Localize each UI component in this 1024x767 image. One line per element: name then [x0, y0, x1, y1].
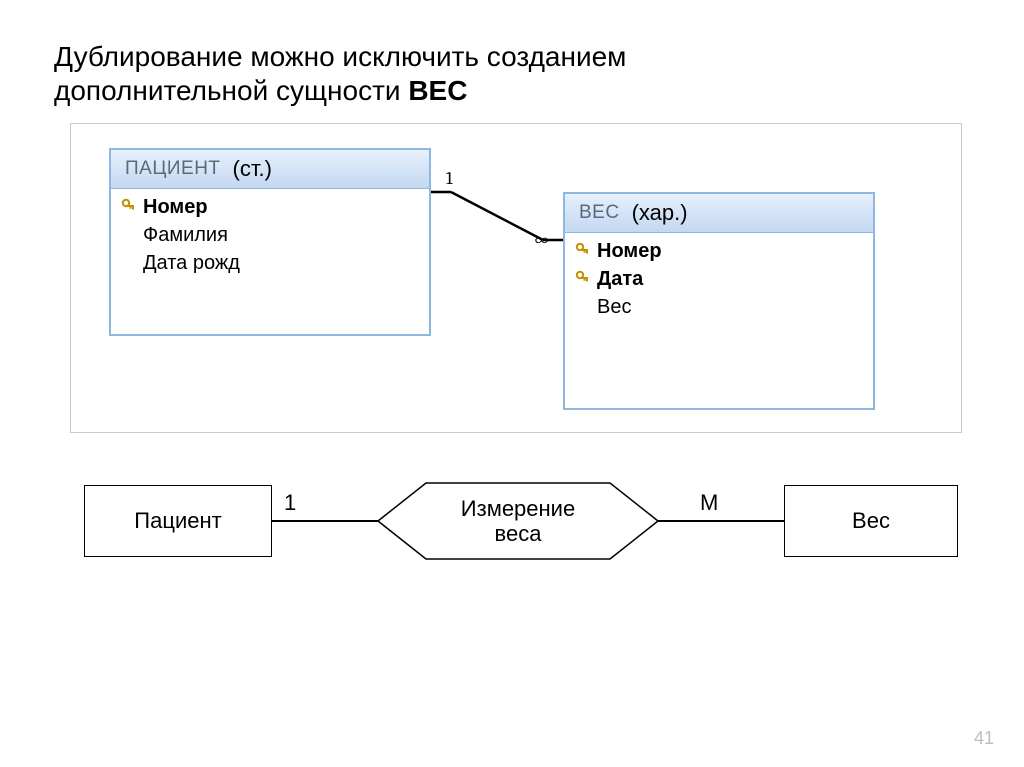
entity-body-patient: Номер Фамилия Дата рожд	[111, 189, 429, 285]
er-entity-weight-label: Вес	[852, 508, 890, 534]
key-icon	[575, 241, 591, 257]
cardinality-one: 1	[446, 168, 453, 189]
er-entity-weight: Вес	[784, 485, 958, 557]
slide-title: Дублирование можно исключить созданием д…	[54, 40, 954, 107]
title-line2-prefix: дополнительной сущности	[54, 75, 408, 106]
entity-annotation-patient: (ст.)	[233, 156, 272, 182]
title-line1: Дублирование можно исключить созданием	[54, 41, 626, 72]
entity-body-weight: Номер Дата Вес	[565, 233, 873, 329]
field-patient-2: Дата рожд	[111, 249, 429, 277]
field-label: Дата	[597, 268, 643, 291]
entity-name-patient: ПАЦИЕНТ	[125, 158, 221, 180]
entity-name-weight: BEC	[579, 202, 620, 224]
field-weight-0: Номер	[565, 237, 873, 265]
key-icon	[121, 197, 137, 213]
er-cardinality-right: М	[700, 490, 718, 516]
field-label: Вес	[597, 296, 631, 319]
entity-table-weight: BEC (хар.) Номер Дата Вес	[563, 192, 875, 410]
field-label: Дата рожд	[143, 252, 240, 275]
cardinality-many: ∞	[533, 228, 550, 251]
entity-annotation-weight: (хар.)	[632, 200, 688, 226]
field-patient-1: Фамилия	[111, 221, 429, 249]
key-icon	[575, 269, 591, 285]
db-diagram-panel: ПАЦИЕНТ (ст.) Номер Фамилия Дата рожд BE…	[70, 123, 962, 433]
field-label: Фамилия	[143, 224, 228, 247]
er-connector-left	[272, 520, 378, 522]
entity-header-weight: BEC (хар.)	[565, 194, 873, 233]
er-relationship-label: Измерение веса	[378, 482, 658, 560]
entity-header-patient: ПАЦИЕНТ (ст.)	[111, 150, 429, 189]
field-weight-2: Вес	[565, 293, 873, 321]
field-label: Номер	[597, 240, 662, 263]
page-number: 41	[974, 728, 994, 749]
er-connector-right	[658, 520, 784, 522]
er-entity-patient: Пациент	[84, 485, 272, 557]
field-patient-0: Номер	[111, 193, 429, 221]
er-relationship: Измерение веса	[378, 482, 658, 560]
entity-table-patient: ПАЦИЕНТ (ст.) Номер Фамилия Дата рожд	[109, 148, 431, 336]
er-entity-patient-label: Пациент	[134, 508, 221, 534]
field-label: Номер	[143, 196, 208, 219]
title-line2-bold: ВЕС	[408, 75, 467, 106]
er-cardinality-left: 1	[284, 490, 296, 516]
field-weight-1: Дата	[565, 265, 873, 293]
